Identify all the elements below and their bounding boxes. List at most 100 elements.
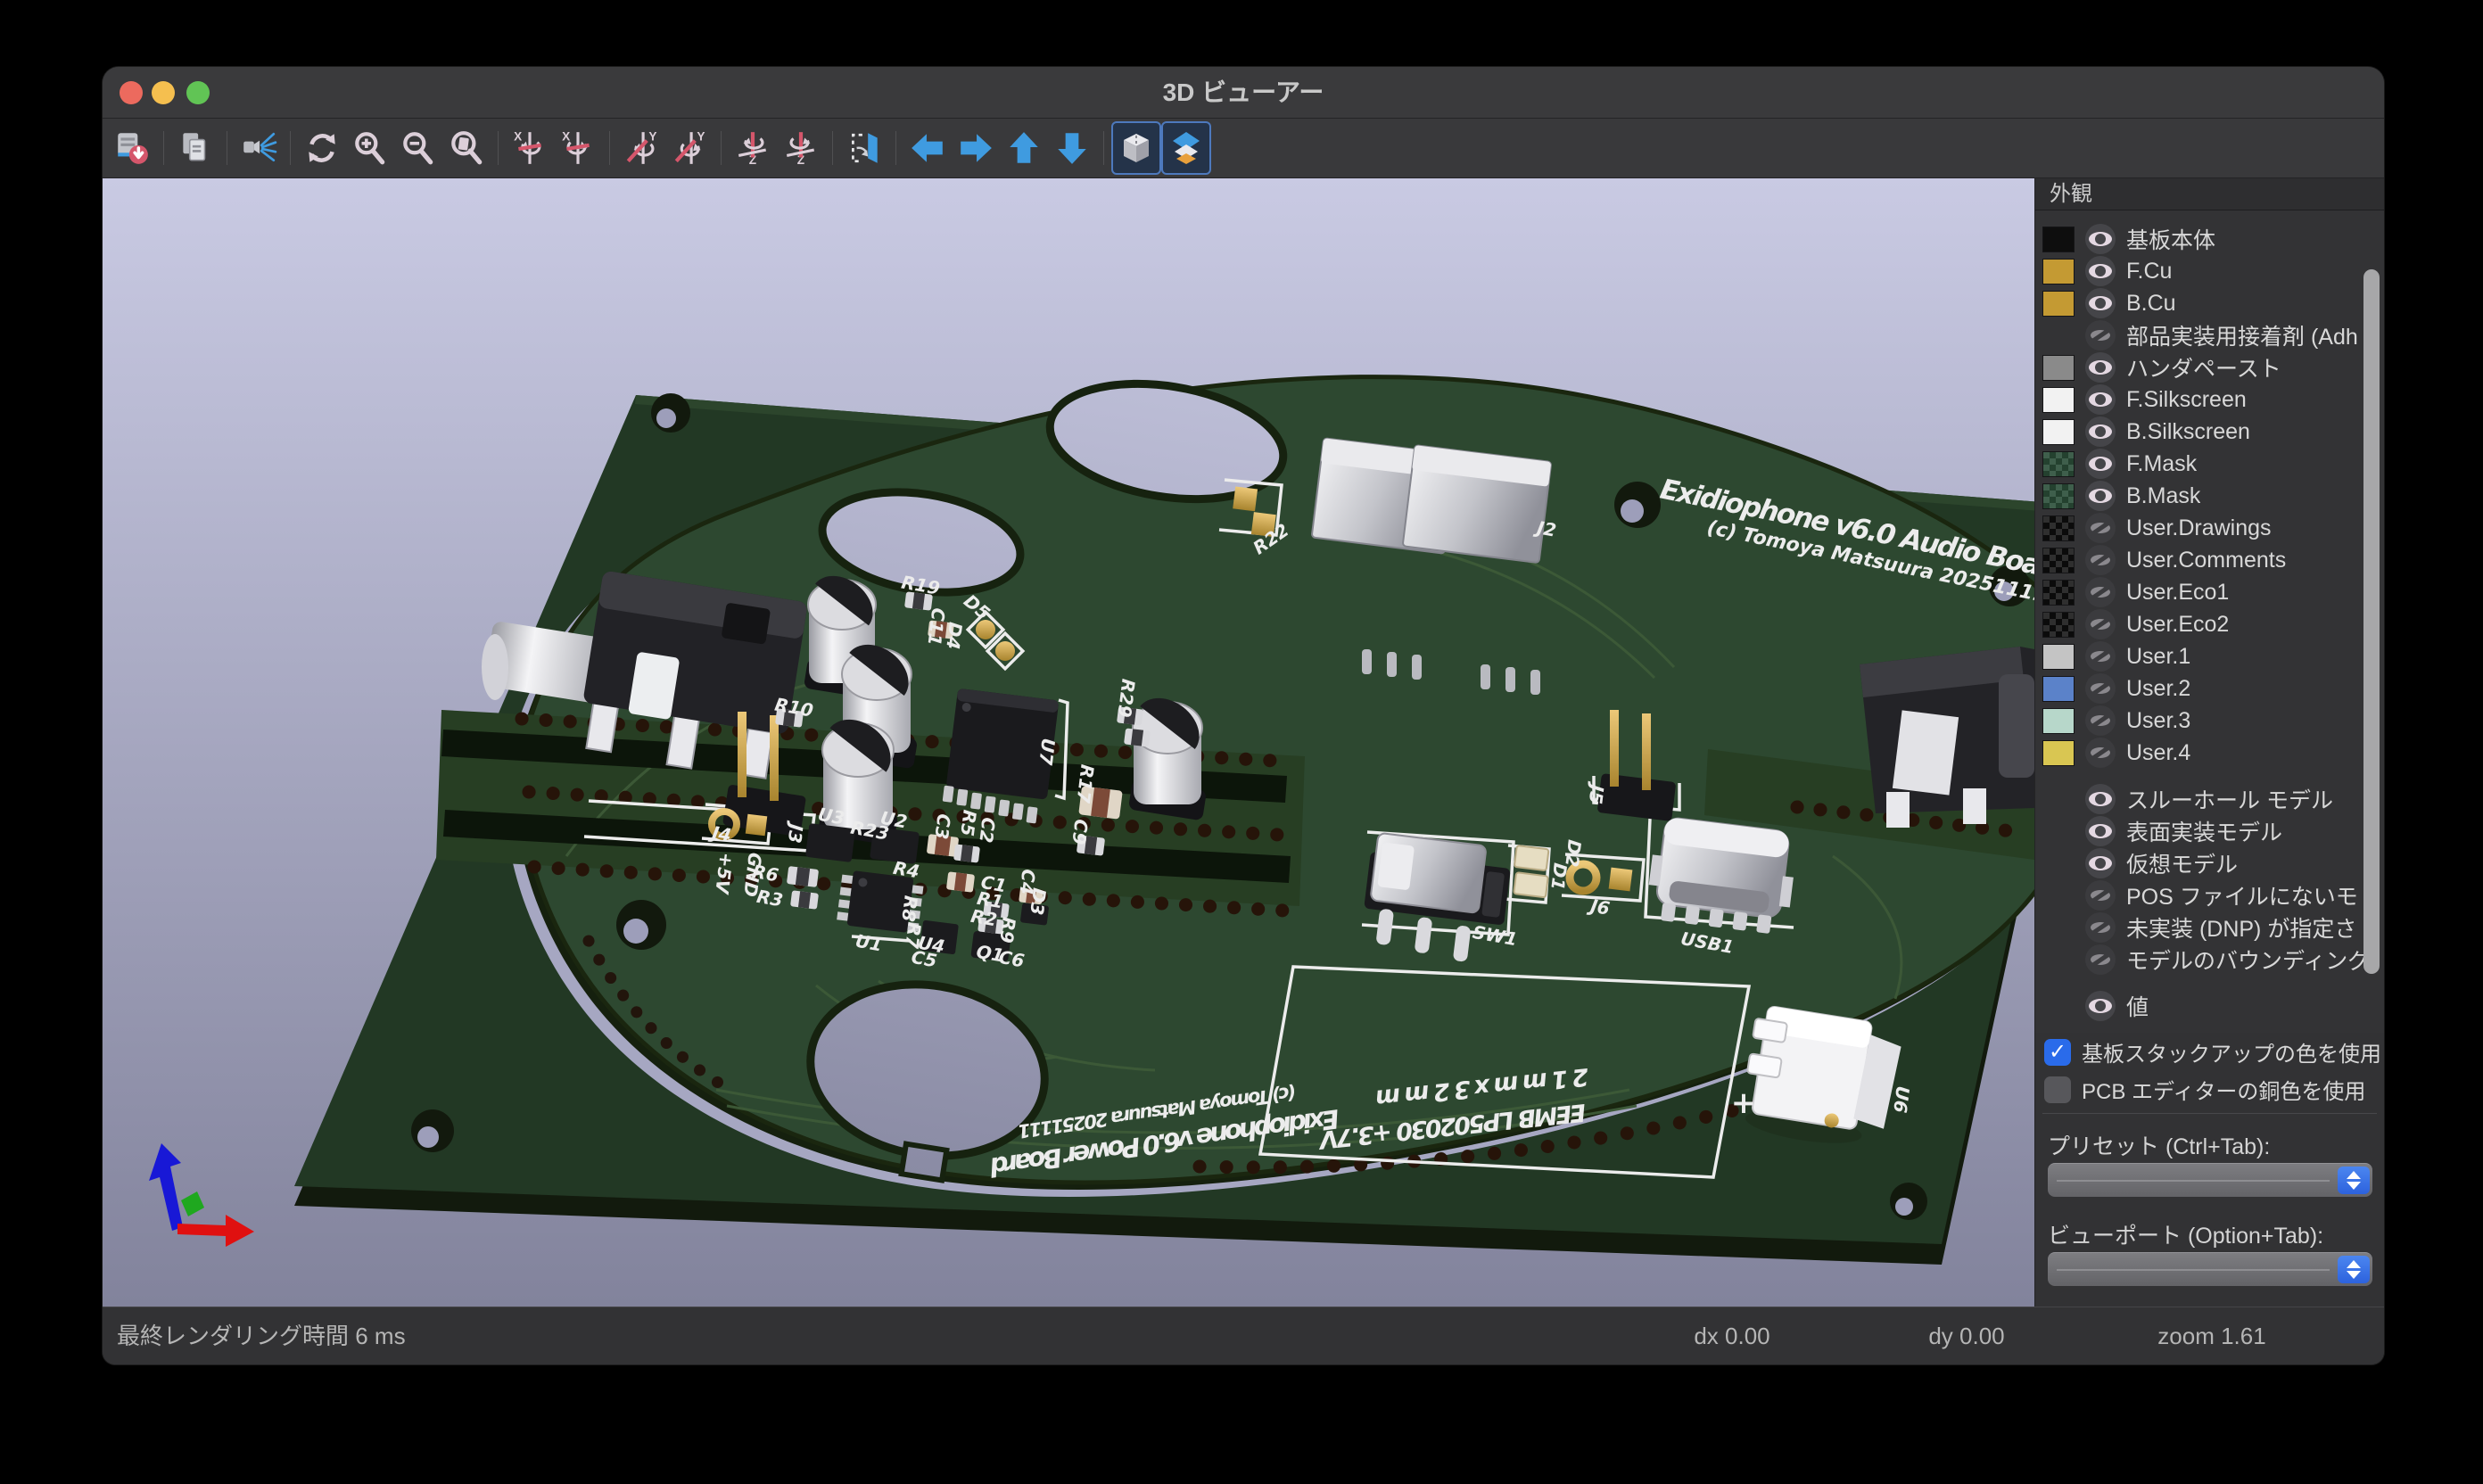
zoom-to-fit-button[interactable] [442,122,491,174]
eye-icon[interactable] [2085,224,2116,254]
3d-viewport[interactable]: Exidiophone v6.0 Audio Board (c) Tomoya … [103,178,2034,1307]
layer-color-swatch[interactable] [2042,451,2075,477]
layer-color-swatch[interactable] [2042,612,2075,638]
viewport-select[interactable] [2048,1252,2372,1286]
value-row[interactable]: 値 [2035,990,2384,1022]
layer-color-swatch[interactable] [2042,387,2075,413]
scrollbar-thumb[interactable] [2363,269,2380,974]
layer-row-fmask[interactable]: F.Mask [2035,448,2384,480]
checkbox-unchecked[interactable] [2044,1076,2071,1103]
layer-row-board-body[interactable]: 基板本体 [2035,223,2384,255]
eye-slash-icon[interactable] [2085,738,2116,768]
eye-slash-icon[interactable] [2085,320,2116,350]
eye-icon[interactable] [2085,784,2116,814]
layer-color-swatch[interactable] [2042,483,2075,509]
layer-row-user-drawings[interactable]: User.Drawings [2035,512,2384,544]
eye-slash-icon[interactable] [2085,513,2116,543]
raytracing-button[interactable] [235,122,283,174]
model-row-bounding-box[interactable]: モデルのバウンディング [2035,944,2384,976]
rotate-y-cw-button[interactable]: Y [617,122,665,174]
layer-row-fcu[interactable]: F.Cu [2035,255,2384,287]
layer-row-adhesive[interactable]: 部品実装用接着剤 (Adh [2035,319,2384,351]
use-pcb-editor-copper-checkbox-row[interactable]: PCB エディターの銅色を使用 [2044,1074,2365,1105]
spacer [2042,915,2075,941]
layer-row-bcu[interactable]: B.Cu [2035,287,2384,319]
eye-slash-icon[interactable] [2085,912,2116,943]
model-row-not-in-pos[interactable]: POS ファイルにないモ [2035,879,2384,911]
move-right-button[interactable] [952,122,1000,174]
layer-color-swatch[interactable] [2042,515,2075,541]
rotate-x-ccw-button[interactable]: X [554,122,602,174]
flip-board-button[interactable] [840,122,888,174]
eye-icon[interactable] [2085,449,2116,479]
eye-icon[interactable] [2085,256,2116,286]
model-row-dnp[interactable]: 未実装 (DNP) が指定さ [2035,911,2384,944]
layer-list: 基板本体 F.Cu B.Cu 部品実装用接着剤 (Adh ハンダペースト F.S… [2035,210,2384,1033]
layer-color-swatch[interactable] [2042,227,2075,252]
eye-icon[interactable] [2085,481,2116,511]
move-down-button[interactable] [1048,122,1096,174]
layer-color-swatch[interactable] [2042,740,2075,766]
eye-slash-icon[interactable] [2085,944,2116,975]
eye-icon[interactable] [2085,384,2116,415]
rotate-x-cw-button[interactable]: X [506,122,554,174]
layer-color-swatch[interactable] [2042,323,2075,349]
eye-slash-icon[interactable] [2085,545,2116,575]
layer-row-user3[interactable]: User.3 [2035,705,2384,737]
preset-select[interactable] [2048,1163,2372,1197]
eye-icon[interactable] [2085,416,2116,447]
layer-row-paste[interactable]: ハンダペースト [2035,351,2384,383]
select-stepper-icon[interactable] [2338,1167,2370,1194]
panel-title: 外観 [2035,178,2384,210]
checkbox-checked[interactable] [2044,1039,2071,1066]
eye-icon[interactable] [2085,352,2116,383]
layer-color-swatch[interactable] [2042,580,2075,606]
eye-icon[interactable] [2085,288,2116,318]
layer-row-user-comments[interactable]: User.Comments [2035,544,2384,576]
layer-color-swatch[interactable] [2042,644,2075,670]
eye-slash-icon[interactable] [2085,641,2116,672]
model-row-virtual[interactable]: 仮想モデル [2035,847,2384,879]
model-row-through-hole[interactable]: スルーホール モデル [2035,783,2384,815]
layer-color-swatch[interactable] [2042,419,2075,445]
eye-slash-icon[interactable] [2085,705,2116,736]
eye-slash-icon[interactable] [2085,880,2116,911]
reload-board-button[interactable] [108,122,156,174]
layer-row-bmask[interactable]: B.Mask [2035,480,2384,512]
eye-slash-icon[interactable] [2085,577,2116,607]
model-row-smd[interactable]: 表面実装モデル [2035,815,2384,847]
layer-row-user-eco2[interactable]: User.Eco2 [2035,608,2384,640]
orthographic-projection-button[interactable] [1111,121,1161,175]
eye-icon[interactable] [2085,816,2116,846]
layer-color-swatch[interactable] [2042,355,2075,381]
eye-slash-icon[interactable] [2085,673,2116,704]
zoom-out-button[interactable] [394,122,442,174]
layer-row-bsilk[interactable]: B.Silkscreen [2035,416,2384,448]
layer-color-swatch[interactable] [2042,259,2075,284]
layer-color-swatch[interactable] [2042,548,2075,573]
layer-row-fsilk[interactable]: F.Silkscreen [2035,383,2384,416]
eye-icon[interactable] [2085,991,2116,1021]
layer-color-swatch[interactable] [2042,291,2075,317]
layer-color-swatch[interactable] [2042,708,2075,734]
rotate-z-cw-button[interactable]: Z [729,122,777,174]
layer-row-user2[interactable]: User.2 [2035,672,2384,705]
layer-row-user4[interactable]: User.4 [2035,737,2384,769]
layer-label: User.3 [2126,708,2190,734]
eye-icon[interactable] [2085,848,2116,878]
eye-slash-icon[interactable] [2085,609,2116,639]
rotate-y-ccw-button[interactable]: Y [665,122,714,174]
use-stackup-colors-checkbox-row[interactable]: 基板スタックアップの色を使用 [2044,1036,2381,1068]
zoom-in-button[interactable] [346,122,394,174]
title-bar[interactable]: 3D ビューアー [103,67,2384,119]
redraw-button[interactable] [298,122,346,174]
layer-color-swatch[interactable] [2042,676,2075,702]
move-left-button[interactable] [903,122,952,174]
select-stepper-icon[interactable] [2338,1256,2370,1283]
layer-row-user1[interactable]: User.1 [2035,640,2384,672]
show-layers-button[interactable] [1161,121,1211,175]
copy-image-button[interactable] [171,122,219,174]
layer-row-user-eco1[interactable]: User.Eco1 [2035,576,2384,608]
move-up-button[interactable] [1000,122,1048,174]
rotate-z-ccw-button[interactable]: Z [777,122,825,174]
